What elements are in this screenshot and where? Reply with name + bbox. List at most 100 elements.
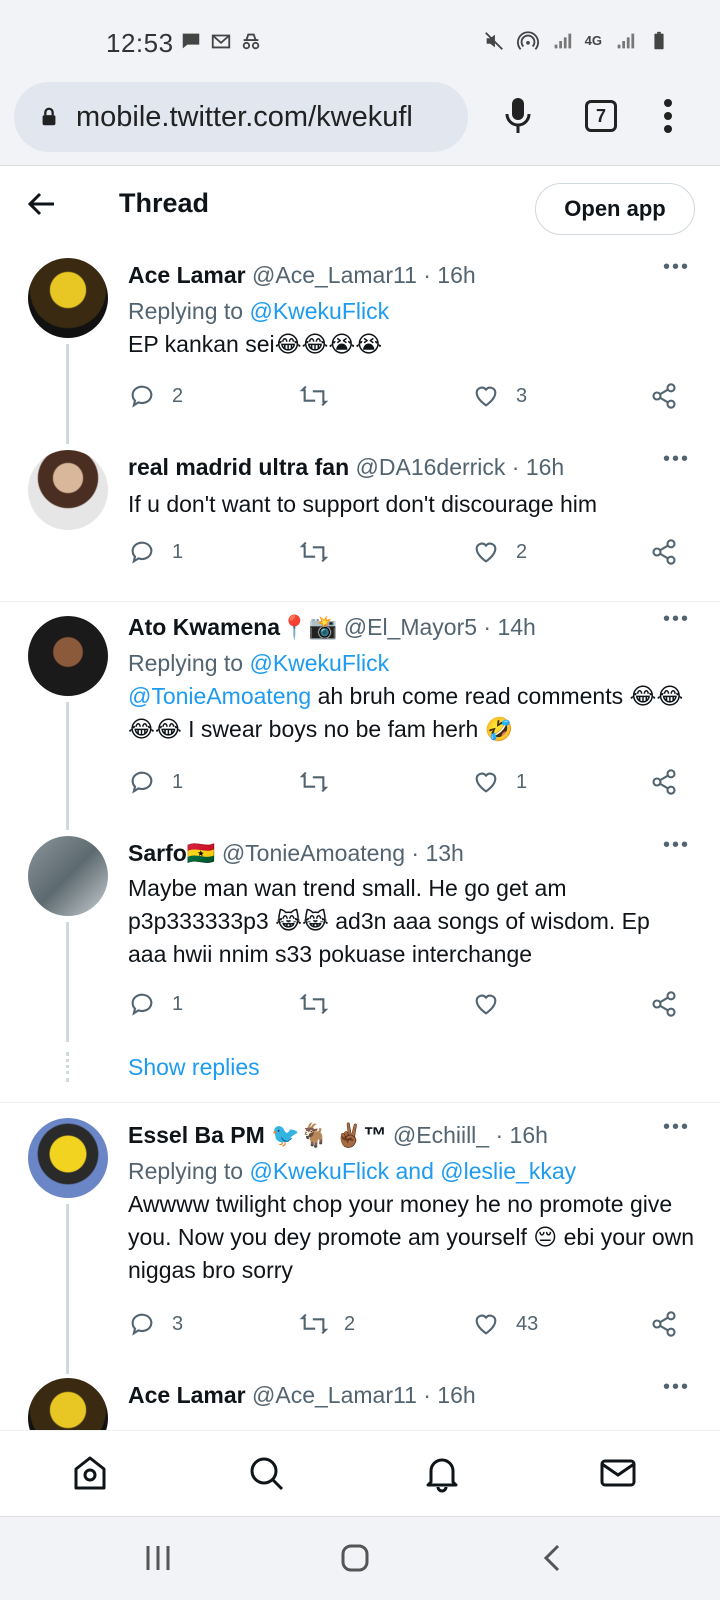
mention-link[interactable]: @KwekuFlick: [249, 298, 389, 324]
reply-count: 3: [172, 1312, 184, 1335]
avatar[interactable]: [28, 258, 108, 338]
browser-menu-icon[interactable]: [663, 98, 673, 134]
reply-count: 1: [172, 992, 184, 1015]
thread-dotted-line: [66, 1052, 69, 1082]
status-time: 12:53: [106, 28, 174, 58]
reply-button[interactable]: 1: [128, 768, 183, 796]
handle[interactable]: @Ace_Lamar11 · 16h: [252, 262, 476, 288]
avatar[interactable]: [28, 450, 108, 530]
open-app-button[interactable]: Open app: [535, 183, 695, 235]
reply-button[interactable]: 1: [128, 990, 183, 1018]
display-name[interactable]: Ato Kwamena📍📸: [128, 614, 337, 640]
more-options-icon[interactable]: •••: [663, 834, 690, 857]
page-title: Thread: [119, 188, 210, 218]
share-icon: [652, 769, 676, 795]
back-icon[interactable]: [542, 1543, 562, 1573]
messages-icon[interactable]: [598, 1453, 638, 1493]
reply-button[interactable]: 1: [128, 538, 183, 566]
tweet[interactable]: real madrid ultra fan @DA16derrick · 16h…: [0, 444, 720, 590]
thread-line: [66, 1204, 69, 1374]
share-button[interactable]: [650, 768, 678, 796]
display-name[interactable]: Ace Lamar: [128, 262, 246, 288]
retweet-count: 2: [344, 1312, 356, 1335]
display-name[interactable]: Ace Lamar: [128, 1382, 246, 1408]
heart-icon: [475, 542, 497, 563]
mention-link[interactable]: @KwekuFlick and @leslie_kkay: [249, 1158, 576, 1184]
display-name[interactable]: Sarfo🇬🇭: [128, 840, 215, 866]
bottom-navigation: [0, 1430, 720, 1516]
incognito-icon: [242, 33, 260, 50]
like-count: 2: [516, 540, 528, 563]
status-bar: 12:53 4G: [0, 0, 720, 80]
display-name[interactable]: Essel Ba PM 🐦🐐 ✌🏾™: [128, 1122, 386, 1148]
mention-link[interactable]: @TonieAmoateng: [128, 683, 311, 709]
retweet-button[interactable]: [300, 382, 344, 410]
battery-icon: [654, 31, 664, 50]
avatar[interactable]: [28, 616, 108, 696]
like-button[interactable]: 43: [472, 1310, 538, 1338]
avatar[interactable]: [28, 1378, 108, 1430]
handle[interactable]: @Echiill_ · 16h: [393, 1122, 548, 1148]
gmail-icon: [211, 34, 231, 49]
retweet-icon: [300, 385, 328, 407]
tweet[interactable]: Essel Ba PM 🐦🐐 ✌🏾™ @Echiill_ · 16h Reply…: [0, 1104, 720, 1374]
reply-button[interactable]: 3: [128, 1310, 183, 1338]
retweet-icon: [300, 771, 328, 793]
handle[interactable]: @DA16derrick · 16h: [356, 454, 565, 480]
tweet[interactable]: Sarfo🇬🇭 @TonieAmoateng · 13h Maybe man w…: [0, 830, 720, 1042]
thread-line: [66, 702, 69, 830]
home-button-icon[interactable]: [340, 1543, 370, 1573]
reply-icon: [131, 385, 153, 408]
tweet-text: If u don't want to support don't discour…: [128, 491, 598, 517]
handle[interactable]: @Ace_Lamar11 · 16h: [252, 1382, 476, 1408]
reply-button[interactable]: 2: [128, 382, 183, 410]
like-button[interactable]: 3: [472, 382, 527, 410]
system-navigation-bar: [0, 1516, 720, 1600]
avatar[interactable]: [28, 836, 108, 916]
retweet-button[interactable]: [300, 538, 344, 566]
display-name[interactable]: real madrid ultra fan: [128, 454, 349, 480]
retweet-button[interactable]: 2: [300, 1310, 355, 1338]
retweet-button[interactable]: [300, 990, 344, 1018]
reply-icon: [131, 771, 153, 794]
more-options-icon[interactable]: •••: [663, 1376, 690, 1399]
tweet[interactable]: Ace Lamar @Ace_Lamar11 · 16h •••: [0, 1374, 720, 1430]
4g-icon: 4G: [584, 33, 602, 48]
address-bar[interactable]: mobile.twitter.com/kwekufl: [14, 82, 468, 152]
share-button[interactable]: [650, 382, 678, 410]
retweet-icon: [300, 1313, 328, 1335]
mention-link[interactable]: @KwekuFlick: [249, 650, 389, 676]
show-replies-link[interactable]: Show replies: [128, 1054, 260, 1081]
thread-feed[interactable]: Ace Lamar @Ace_Lamar11 · 16h Replying to…: [0, 244, 720, 1430]
tab-switcher-button[interactable]: 7: [585, 100, 617, 132]
notifications-icon[interactable]: [422, 1453, 462, 1493]
reply-count: 1: [172, 770, 184, 793]
retweet-button[interactable]: [300, 768, 344, 796]
share-button[interactable]: [650, 1310, 678, 1338]
like-count: 43: [516, 1312, 539, 1335]
more-options-icon[interactable]: •••: [663, 256, 690, 279]
tweet-text: Maybe man wan trend small. He go get am …: [128, 875, 650, 967]
tweet[interactable]: Ace Lamar @Ace_Lamar11 · 16h Replying to…: [0, 244, 720, 444]
tweet[interactable]: Ato Kwamena📍📸 @El_Mayor5 · 14h Replying …: [0, 602, 720, 830]
share-button[interactable]: [650, 538, 678, 566]
like-button[interactable]: [472, 990, 516, 1018]
search-icon[interactable]: [246, 1453, 286, 1493]
more-options-icon[interactable]: •••: [663, 1116, 690, 1139]
like-button[interactable]: 2: [472, 538, 527, 566]
recents-icon[interactable]: [144, 1543, 172, 1573]
like-button[interactable]: 1: [472, 768, 527, 796]
share-icon: [652, 539, 676, 565]
signal-icon: [617, 33, 635, 49]
handle[interactable]: @El_Mayor5 · 14h: [344, 614, 536, 640]
more-options-icon[interactable]: •••: [663, 448, 690, 471]
share-button[interactable]: [650, 990, 678, 1018]
home-icon[interactable]: [70, 1453, 110, 1493]
avatar[interactable]: [28, 1118, 108, 1198]
handle[interactable]: @TonieAmoateng · 13h: [222, 840, 464, 866]
heart-icon: [475, 386, 497, 407]
back-arrow-icon[interactable]: [28, 192, 56, 216]
microphone-icon[interactable]: [504, 96, 532, 136]
browser-toolbar: mobile.twitter.com/kwekufl 7: [0, 80, 720, 166]
more-options-icon[interactable]: •••: [663, 608, 690, 631]
